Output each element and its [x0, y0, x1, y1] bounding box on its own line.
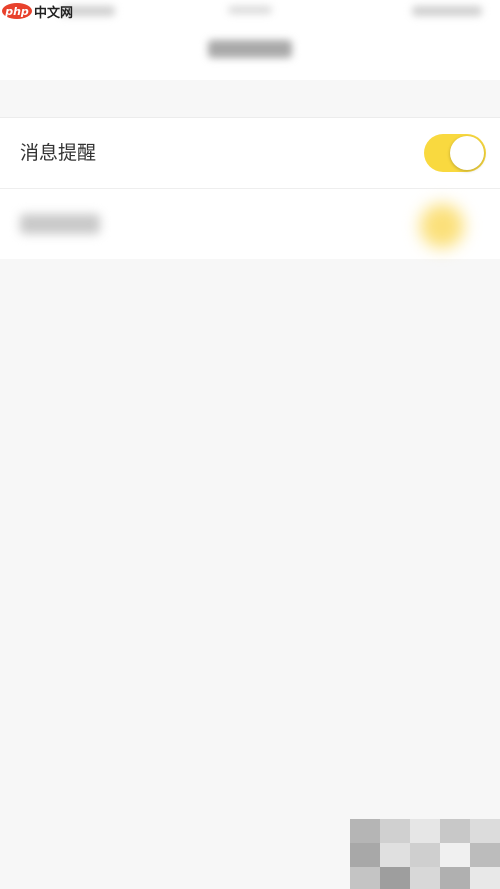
watermark-logo: php 中文网	[2, 2, 74, 21]
setting-toggle-blurred[interactable]	[420, 204, 464, 248]
watermark-site-text: 中文网	[34, 5, 74, 21]
header-blurred	[0, 0, 500, 80]
settings-screen: php 中文网 消息提醒	[0, 0, 500, 889]
setting-row-blurred[interactable]	[0, 189, 500, 259]
toggle-knob	[450, 136, 484, 170]
status-bar-center-blurred	[228, 6, 272, 14]
status-bar-right-blurred	[412, 6, 482, 16]
setting-label-blurred	[20, 214, 100, 234]
setting-row-message-reminder[interactable]: 消息提醒	[0, 118, 500, 189]
php-logo-icon: php	[2, 3, 32, 19]
setting-label: 消息提醒	[20, 142, 97, 164]
pixelated-watermark	[350, 819, 500, 889]
section-spacer	[0, 80, 500, 118]
nav-title-blurred	[208, 40, 292, 58]
message-reminder-toggle[interactable]	[424, 134, 486, 172]
